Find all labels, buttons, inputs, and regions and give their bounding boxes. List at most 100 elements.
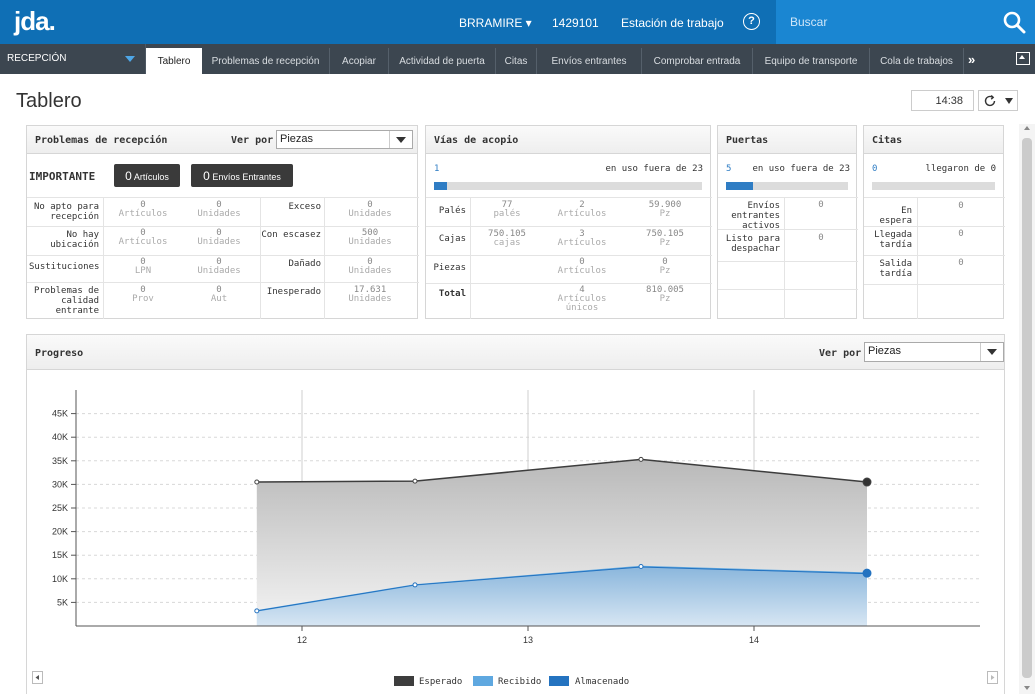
row-value[interactable]: 0 Aut (181, 286, 257, 304)
row-value[interactable]: 750.105 cajas (472, 230, 542, 248)
row-value[interactable]: 0 Unidades (181, 201, 257, 219)
card-problemas-recepcion: Problemas de recepción Ver por Piezas IM… (26, 125, 419, 319)
row-value[interactable]: 59.900 Pz (622, 201, 708, 219)
tab-problemas-recepcion[interactable]: Problemas de recepción (202, 48, 330, 74)
envios-label: Envíos Entrantes (212, 172, 281, 182)
puertas-of-total: en uso fuera de 23 (752, 164, 850, 174)
row-value[interactable]: 4 Artículos únicos (542, 286, 622, 313)
row-value[interactable]: 0 LPN (105, 258, 181, 276)
top-bar: jda. BRRAMIRE ▾ 1429101 Estación de trab… (0, 0, 1035, 44)
row-value[interactable]: 0 Prov (105, 286, 181, 304)
legend-almacenado[interactable]: Almacenado (575, 677, 629, 687)
tab-citas[interactable]: Citas (496, 48, 537, 74)
row-value[interactable]: 500 Unidades (325, 229, 415, 247)
citas-progress-track (872, 182, 995, 190)
esperado-point (638, 456, 644, 462)
row-label: Total (438, 289, 466, 299)
y-tick-label: 10K (52, 574, 68, 584)
recibido-point (412, 582, 418, 588)
caret-down-icon (396, 137, 406, 143)
row-value[interactable]: 17.631 Unidades (325, 286, 415, 304)
y-tick-label: 25K (52, 503, 68, 513)
nav-bar: RECEPCIÓN Tablero Problemas de recepción… (0, 44, 1035, 74)
citas-count[interactable]: 0 (872, 164, 877, 174)
articulos-label: Artículos (133, 172, 169, 182)
row-value[interactable]: 750.105 Pz (622, 230, 708, 248)
row-value[interactable]: 0 (919, 202, 1003, 211)
row-value[interactable]: 0 Unidades (325, 258, 415, 276)
search-icon[interactable] (1002, 10, 1026, 34)
legend-recibido[interactable]: Recibido (498, 677, 541, 687)
row-value[interactable]: 0 (786, 201, 856, 210)
select-value: Piezas (868, 345, 902, 357)
tab-cola-trabajos[interactable]: Cola de trabajos (870, 48, 964, 74)
ver-por-label: Ver por (231, 135, 274, 146)
row-value[interactable]: 0 Unidades (181, 229, 257, 247)
vias-in-use[interactable]: 1 (434, 164, 439, 174)
chart-scroll-left-button[interactable] (32, 671, 43, 684)
y-tick-label: 20K (52, 527, 68, 537)
page-scrollbar[interactable] (1019, 124, 1035, 694)
row-value[interactable]: 0 Unidades (325, 201, 415, 219)
chevron-down-icon (125, 56, 135, 62)
esperado-point (254, 479, 260, 485)
search-input[interactable] (776, 0, 986, 44)
row-value[interactable]: 810.005 Pz (622, 286, 708, 304)
jda-logo[interactable]: jda. (14, 6, 56, 37)
workstation-link[interactable]: Estación de trabajo (621, 16, 724, 30)
card-puertas: Puertas 5 en uso fuera de 23 Envíos entr… (717, 125, 858, 319)
chart-scroll-right-button[interactable] (987, 671, 998, 684)
more-tabs-icon[interactable]: » (968, 52, 975, 67)
refresh-icon (984, 94, 996, 107)
y-tick-label: 15K (52, 550, 68, 560)
row-value[interactable]: 0 (786, 234, 856, 243)
collapse-icon[interactable] (1016, 52, 1030, 65)
page-title: Tablero (16, 90, 82, 112)
caret-down-icon[interactable] (1005, 98, 1013, 104)
card-citas: Citas 0 llegaron de 0 En espera 0 Llegad… (863, 125, 1005, 319)
ver-por-select[interactable]: Piezas (276, 130, 413, 149)
row-label: No apto para recepción (33, 202, 99, 222)
user-menu[interactable]: BRRAMIRE ▾ (459, 16, 532, 30)
module-label: RECEPCIÓN (7, 53, 67, 64)
row-value[interactable]: 3 Artículos (542, 230, 622, 248)
puertas-in-use[interactable]: 5 (726, 164, 731, 174)
row-value[interactable]: 0 Pz (622, 258, 708, 276)
row-value[interactable]: 0 (919, 259, 1003, 268)
row-value[interactable]: 2 Artículos (542, 201, 622, 219)
vias-of-total: en uso fuera de 23 (605, 164, 703, 174)
row-value[interactable]: 0 Artículos (105, 229, 181, 247)
row-label: En espera (879, 206, 912, 226)
refresh-button[interactable] (978, 90, 1018, 111)
legend-esperado[interactable]: Esperado (419, 677, 462, 687)
articulos-button[interactable]: 0 Artículos (114, 164, 180, 187)
ver-por-select[interactable]: Piezas (864, 342, 1004, 362)
tab-comprobar-entrada[interactable]: Comprobar entrada (642, 48, 753, 74)
scrollbar-thumb[interactable] (1022, 138, 1032, 678)
esperado-point (412, 478, 418, 484)
y-tick-label: 5K (57, 597, 68, 607)
clock-display: 14:38 (911, 90, 974, 111)
help-icon[interactable]: ? (743, 13, 760, 30)
progress-chart: 5K 10K 15K 20K 25K 30K 35K 40K 45K 12 13 14 (52, 390, 980, 645)
row-value[interactable]: 0 (919, 230, 1003, 239)
module-selector[interactable]: RECEPCIÓN (0, 44, 146, 74)
scroll-down-icon[interactable] (1024, 686, 1030, 690)
row-value[interactable]: 0 Unidades (181, 258, 257, 276)
tab-actividad-puerta[interactable]: Actividad de puerta (389, 48, 496, 74)
recibido-point (862, 568, 872, 578)
y-tick-label: 45K (52, 409, 68, 419)
tab-equipo-transporte[interactable]: Equipo de transporte (753, 48, 870, 74)
user-id: 1429101 (552, 16, 599, 30)
row-value[interactable]: 0 Artículos (542, 258, 622, 276)
row-value[interactable]: 0 Artículos (105, 201, 181, 219)
row-label: Inesperado (266, 287, 321, 297)
tab-tablero[interactable]: Tablero (146, 48, 202, 74)
row-value[interactable]: 77 palés (472, 201, 542, 219)
scroll-up-icon[interactable] (1024, 126, 1030, 130)
row-label: Listo para despachar (725, 234, 780, 254)
row-label: Envíos entrantes activos (731, 201, 780, 231)
tab-acopiar[interactable]: Acopiar (330, 48, 389, 74)
tab-envios-entrantes[interactable]: Envíos entrantes (537, 48, 642, 74)
envios-entrantes-button[interactable]: 0 Envíos Entrantes (191, 164, 293, 187)
